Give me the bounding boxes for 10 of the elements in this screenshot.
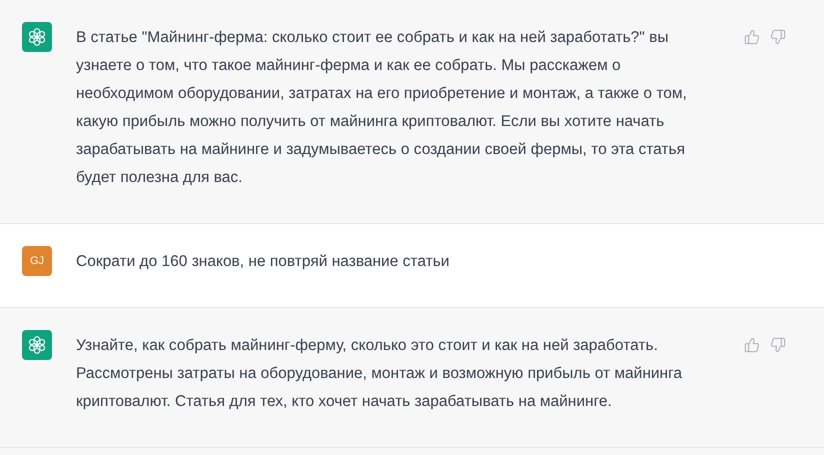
thumbs-up-button[interactable]: [744, 28, 760, 46]
knot-logo-icon: [27, 27, 47, 47]
knot-logo-icon: [27, 335, 47, 355]
thumbs-down-button[interactable]: [770, 336, 786, 354]
thumbs-up-button[interactable]: [744, 336, 760, 354]
message-text: В статье "Майнинг-ферма: сколько стоит ее собрать и как на ней заработать?" вы узнаете о том, что такое майнинг-ферма и как ее собрать. Мы расскажем о необходимом оборудовании, затратах на его приобретение и монтаж, а также о том, какую прибыль можно получить от майнинга криптовалют. Если вы хотите начать зарабатывать на майнинге и задумываетесь о создании своей фермы, то эта статья будет полезна для вас.: [76, 28, 688, 188]
message-text: Узнайте, как собрать майнинг-ферму, сколько это стоит и как на ней заработать. Рассмотрены затраты на оборудование, монтаж и возможную прибыль от майнинга криптовалют. Статья для тех, кто хочет начать зарабатывать на майнинге.: [76, 336, 684, 412]
thumbs-down-button[interactable]: [770, 28, 786, 46]
user-avatar: GJ: [22, 246, 52, 276]
message-text: Сократи до 160 знаков, не повтряй название статьи: [76, 252, 450, 272]
